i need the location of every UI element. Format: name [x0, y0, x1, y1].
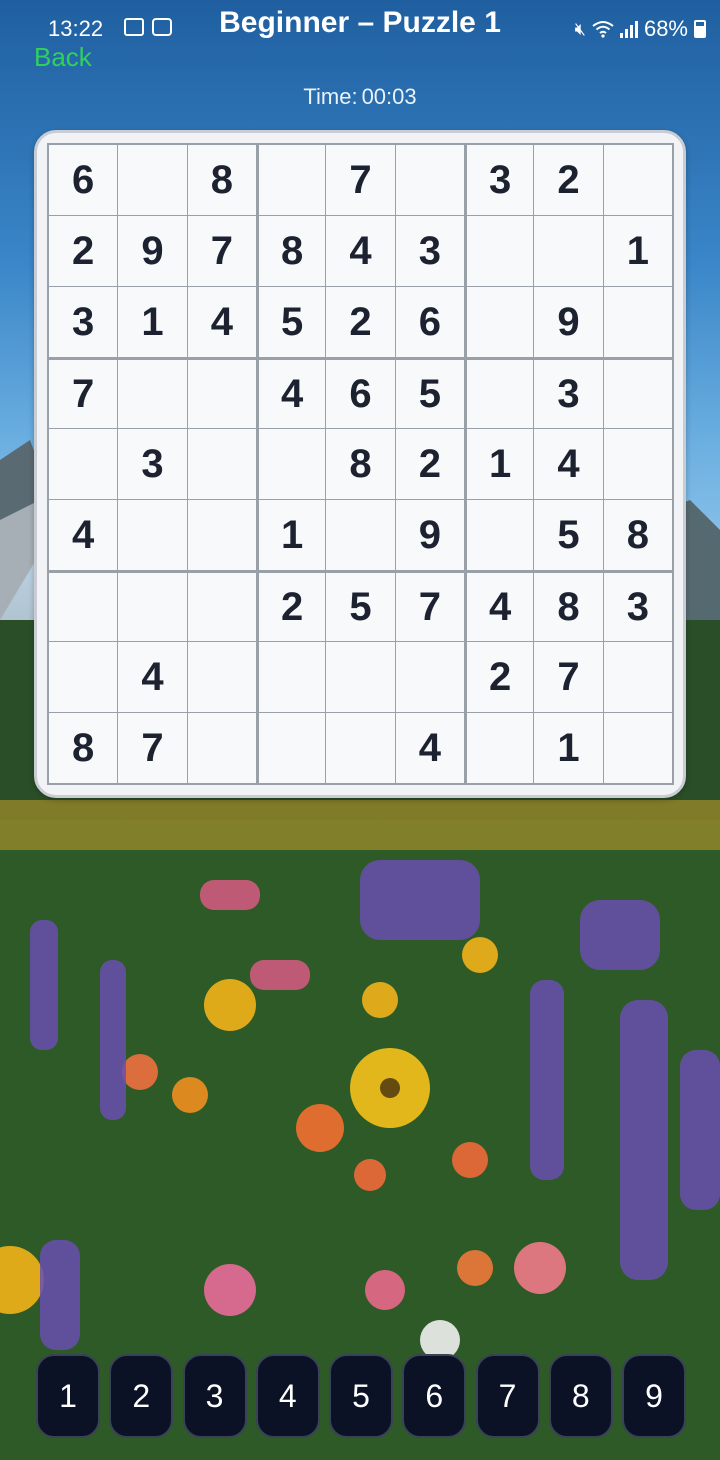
sudoku-cell[interactable] [257, 429, 326, 499]
sudoku-cell[interactable]: 3 [603, 571, 672, 641]
sudoku-cell[interactable]: 6 [49, 145, 118, 215]
sudoku-cell[interactable] [118, 571, 187, 641]
sudoku-cell[interactable] [187, 571, 256, 641]
sudoku-cell[interactable]: 4 [187, 287, 256, 357]
number-key-6[interactable]: 6 [402, 1354, 467, 1438]
sudoku-cell[interactable] [187, 642, 256, 712]
sudoku-cell[interactable] [49, 429, 118, 499]
sudoku-cell[interactable]: 2 [326, 287, 395, 357]
sudoku-cell[interactable]: 4 [257, 358, 326, 428]
sudoku-cell[interactable] [49, 571, 118, 641]
sudoku-cell[interactable] [187, 500, 256, 570]
sudoku-cell[interactable] [257, 713, 326, 783]
sudoku-cell[interactable]: 4 [118, 642, 187, 712]
sudoku-cell[interactable]: 6 [395, 287, 464, 357]
sudoku-board-frame: 6873229784313145269746533821441958257483… [34, 130, 686, 798]
sudoku-cell[interactable]: 7 [49, 358, 118, 428]
number-pad: 123456789 [36, 1354, 686, 1438]
sudoku-cell[interactable]: 8 [534, 571, 603, 641]
sudoku-cell[interactable]: 7 [326, 145, 395, 215]
page-title: Beginner – Puzzle 1 [219, 6, 501, 39]
sudoku-cell[interactable] [603, 358, 672, 428]
sudoku-cell[interactable] [603, 145, 672, 215]
number-key-2[interactable]: 2 [109, 1354, 174, 1438]
timer-label: Time: [303, 84, 358, 109]
sudoku-cell[interactable]: 8 [187, 145, 256, 215]
sudoku-cell[interactable] [465, 216, 534, 286]
sudoku-cell[interactable]: 3 [49, 287, 118, 357]
sudoku-cell[interactable]: 7 [395, 571, 464, 641]
number-key-8[interactable]: 8 [548, 1354, 613, 1438]
sudoku-cell[interactable] [118, 500, 187, 570]
sudoku-cell[interactable] [395, 145, 464, 215]
sudoku-cell[interactable]: 5 [395, 358, 464, 428]
sudoku-cell[interactable]: 4 [395, 713, 464, 783]
sudoku-cell[interactable] [257, 642, 326, 712]
sudoku-cell[interactable]: 7 [534, 642, 603, 712]
number-key-1[interactable]: 1 [36, 1354, 100, 1438]
sudoku-cell[interactable] [118, 145, 187, 215]
sudoku-cell[interactable] [49, 642, 118, 712]
sudoku-cell[interactable]: 4 [534, 429, 603, 499]
sudoku-cell[interactable]: 4 [326, 216, 395, 286]
sudoku-cell[interactable]: 2 [395, 429, 464, 499]
sudoku-cell[interactable] [603, 642, 672, 712]
sudoku-cell[interactable] [326, 713, 395, 783]
number-key-7[interactable]: 7 [475, 1354, 540, 1438]
sudoku-cell[interactable]: 4 [465, 571, 534, 641]
sudoku-cell[interactable]: 1 [257, 500, 326, 570]
sudoku-cell[interactable]: 3 [395, 216, 464, 286]
sudoku-cell[interactable] [187, 429, 256, 499]
number-key-3[interactable]: 3 [182, 1354, 247, 1438]
sudoku-cell[interactable]: 8 [49, 713, 118, 783]
sudoku-cell[interactable] [187, 713, 256, 783]
sudoku-cell[interactable]: 5 [326, 571, 395, 641]
sudoku-cell[interactable]: 9 [118, 216, 187, 286]
sudoku-cell[interactable]: 3 [534, 358, 603, 428]
sudoku-cell[interactable] [465, 358, 534, 428]
sudoku-cell[interactable] [118, 358, 187, 428]
sudoku-cell[interactable] [465, 500, 534, 570]
sudoku-cell[interactable] [534, 216, 603, 286]
sudoku-cell[interactable]: 5 [534, 500, 603, 570]
sudoku-board: 6873229784313145269746533821441958257483… [47, 143, 674, 785]
sudoku-cell[interactable]: 9 [395, 500, 464, 570]
sudoku-cell[interactable]: 8 [326, 429, 395, 499]
timer-value: 00:03 [361, 84, 417, 109]
timer: Time: 00:03 [0, 84, 720, 110]
sudoku-cell[interactable]: 2 [49, 216, 118, 286]
sudoku-cell[interactable]: 8 [603, 500, 672, 570]
number-key-9[interactable]: 9 [622, 1354, 686, 1438]
sudoku-cell[interactable] [326, 642, 395, 712]
number-key-5[interactable]: 5 [329, 1354, 393, 1438]
sudoku-cell[interactable] [326, 500, 395, 570]
back-button[interactable]: Back [34, 42, 92, 73]
sudoku-cell[interactable]: 2 [257, 571, 326, 641]
sudoku-cell[interactable] [603, 429, 672, 499]
sudoku-cell[interactable]: 6 [326, 358, 395, 428]
sudoku-cell[interactable]: 1 [534, 713, 603, 783]
sudoku-cell[interactable]: 7 [118, 713, 187, 783]
sudoku-cell[interactable]: 4 [49, 500, 118, 570]
sudoku-cell[interactable] [187, 358, 256, 428]
sudoku-cell[interactable]: 1 [465, 429, 534, 499]
sudoku-cell[interactable]: 5 [257, 287, 326, 357]
sudoku-cell[interactable] [395, 642, 464, 712]
sudoku-cell[interactable] [465, 713, 534, 783]
number-key-4[interactable]: 4 [255, 1354, 320, 1438]
sudoku-cell[interactable] [465, 287, 534, 357]
sudoku-cell[interactable]: 3 [118, 429, 187, 499]
sudoku-cell[interactable] [257, 145, 326, 215]
sudoku-cell[interactable]: 8 [257, 216, 326, 286]
sudoku-cell[interactable]: 3 [465, 145, 534, 215]
sudoku-cell[interactable]: 9 [534, 287, 603, 357]
sudoku-cell[interactable]: 2 [465, 642, 534, 712]
sudoku-cell[interactable]: 1 [603, 216, 672, 286]
sudoku-cell[interactable]: 1 [118, 287, 187, 357]
sudoku-cell[interactable] [603, 287, 672, 357]
sudoku-cell[interactable]: 2 [534, 145, 603, 215]
sudoku-cell[interactable] [603, 713, 672, 783]
sudoku-cell[interactable]: 7 [187, 216, 256, 286]
